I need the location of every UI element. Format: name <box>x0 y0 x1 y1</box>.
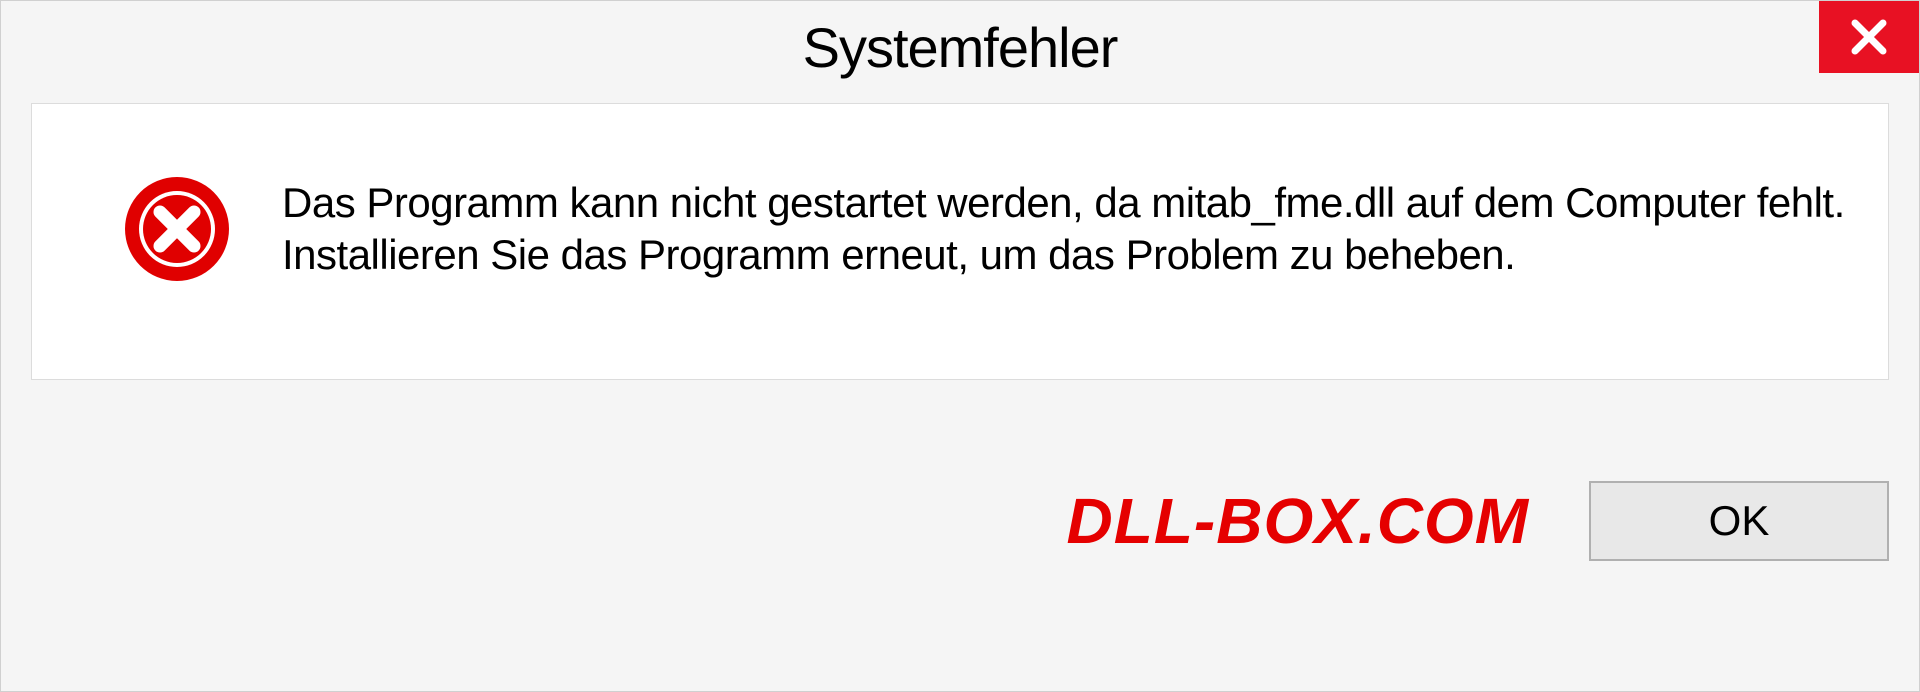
close-button[interactable] <box>1819 1 1919 73</box>
titlebar: Systemfehler <box>1 1 1919 91</box>
ok-button[interactable]: OK <box>1589 481 1889 561</box>
content-area: Das Programm kann nicht gestartet werden… <box>31 103 1889 380</box>
dialog-title: Systemfehler <box>803 15 1118 80</box>
dialog-footer: DLL-BOX.COM OK <box>1 380 1919 691</box>
error-message: Das Programm kann nicht gestartet werden… <box>282 177 1848 282</box>
watermark-text: DLL-BOX.COM <box>1067 484 1530 558</box>
close-icon <box>1849 17 1889 57</box>
error-dialog: Systemfehler Das Programm kann nicht ges… <box>0 0 1920 692</box>
error-icon <box>122 174 232 284</box>
